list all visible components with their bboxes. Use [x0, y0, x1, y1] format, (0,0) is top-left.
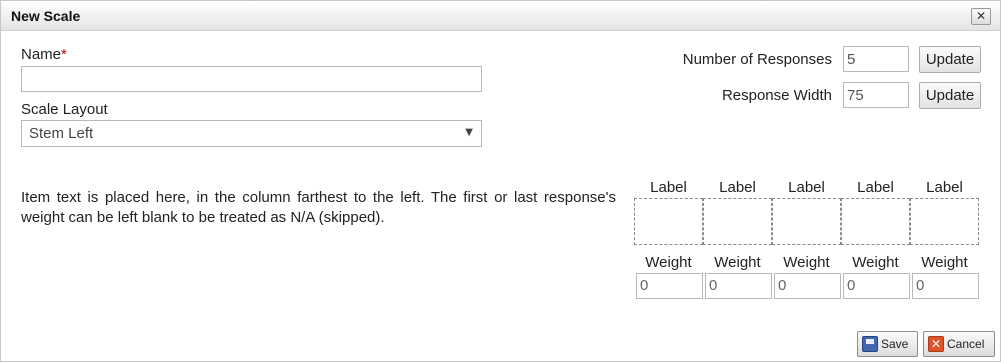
response-label-field[interactable]	[634, 198, 703, 245]
response-weight-header: Weight	[852, 254, 899, 271]
update-width-button[interactable]: Update	[919, 82, 981, 109]
scale-layout-selected-value: Stem Left	[29, 125, 94, 142]
scale-layout-select[interactable]: Stem Left ▼	[21, 120, 482, 147]
response-weight-header: Weight	[645, 254, 692, 271]
name-label-text: Name	[21, 46, 62, 63]
response-label-header: Label	[719, 179, 756, 196]
cancel-button[interactable]: ✕ Cancel	[923, 331, 995, 357]
response-weight-input[interactable]: 0	[912, 273, 979, 299]
chevron-down-icon: ▼	[465, 127, 473, 138]
cancel-icon: ✕	[928, 336, 944, 352]
response-label-field[interactable]	[703, 198, 772, 245]
response-weight-header: Weight	[714, 254, 761, 271]
response-label-header: Label	[650, 179, 687, 196]
response-width-input[interactable]	[843, 82, 909, 108]
close-icon: ✕	[975, 9, 987, 23]
response-label-field[interactable]	[772, 198, 841, 245]
response-label-header: Label	[857, 179, 894, 196]
response-weight-header: Weight	[783, 254, 830, 271]
save-icon	[862, 336, 878, 352]
dialog-titlebar: New Scale ✕	[1, 1, 1000, 31]
dialog-title: New Scale	[11, 8, 81, 24]
response-width-label: Response Width	[721, 87, 832, 104]
required-marker: *	[61, 46, 67, 63]
name-input[interactable]	[21, 66, 482, 92]
new-scale-dialog: New Scale ✕ Name* Scale Layout Stem Left…	[0, 0, 1001, 362]
layout-description: Item text is placed here, in the column …	[21, 189, 616, 226]
response-weight-input[interactable]: 0	[636, 273, 703, 299]
response-weight-input[interactable]: 0	[843, 273, 910, 299]
close-button[interactable]: ✕	[971, 8, 991, 25]
response-weight-input[interactable]: 0	[774, 273, 841, 299]
cancel-button-label: Cancel	[947, 337, 985, 351]
response-weight-header: Weight	[921, 254, 968, 271]
scale-layout-label: Scale Layout	[21, 101, 108, 118]
number-of-responses-input[interactable]	[843, 46, 909, 72]
response-weight-input[interactable]: 0	[705, 273, 772, 299]
response-label-field[interactable]	[841, 198, 910, 245]
save-button[interactable]: Save	[857, 331, 918, 357]
number-of-responses-label: Number of Responses	[682, 51, 832, 68]
response-label-field[interactable]	[910, 198, 979, 245]
response-label-header: Label	[788, 179, 825, 196]
response-label-header: Label	[926, 179, 963, 196]
update-responses-button[interactable]: Update	[919, 46, 981, 73]
save-button-label: Save	[881, 337, 909, 351]
name-label: Name*	[21, 46, 67, 63]
